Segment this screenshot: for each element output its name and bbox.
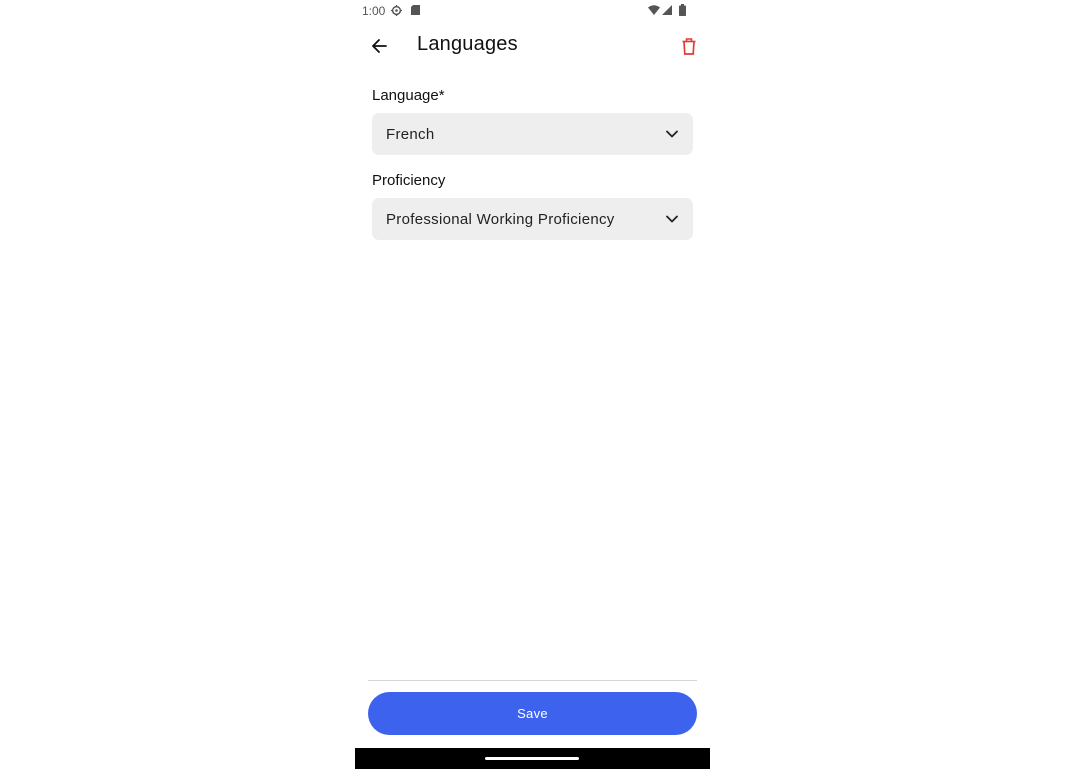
proficiency-value: Professional Working Proficiency [386, 210, 615, 228]
language-value: French [386, 125, 435, 143]
footer-divider [368, 680, 697, 681]
back-button[interactable] [367, 34, 391, 58]
battery-icon [679, 4, 686, 16]
delete-button[interactable] [677, 34, 701, 58]
arrow-left-icon [372, 39, 387, 53]
sd-card-icon [411, 5, 420, 15]
language-label: Language* [372, 87, 445, 104]
settings-gear-icon [391, 5, 402, 16]
app-bar: Languages [355, 26, 710, 66]
page-title: Languages [417, 33, 518, 55]
system-nav-bar [355, 748, 710, 769]
chevron-down-icon [665, 127, 679, 141]
status-time: 1:00 [362, 4, 386, 18]
proficiency-label: Proficiency [372, 172, 446, 189]
language-select[interactable]: French [372, 113, 693, 155]
wifi-icon [648, 5, 660, 15]
phone-screen: 1:00 Languages Language* French Proficie… [355, 0, 710, 769]
save-button[interactable]: Save [368, 692, 697, 735]
signal-icon [662, 5, 672, 15]
proficiency-select[interactable]: Professional Working Proficiency [372, 198, 693, 240]
status-bar: 1:00 [355, 0, 710, 22]
home-gesture-handle[interactable] [485, 757, 579, 760]
trash-icon [682, 37, 696, 55]
chevron-down-icon [665, 212, 679, 226]
